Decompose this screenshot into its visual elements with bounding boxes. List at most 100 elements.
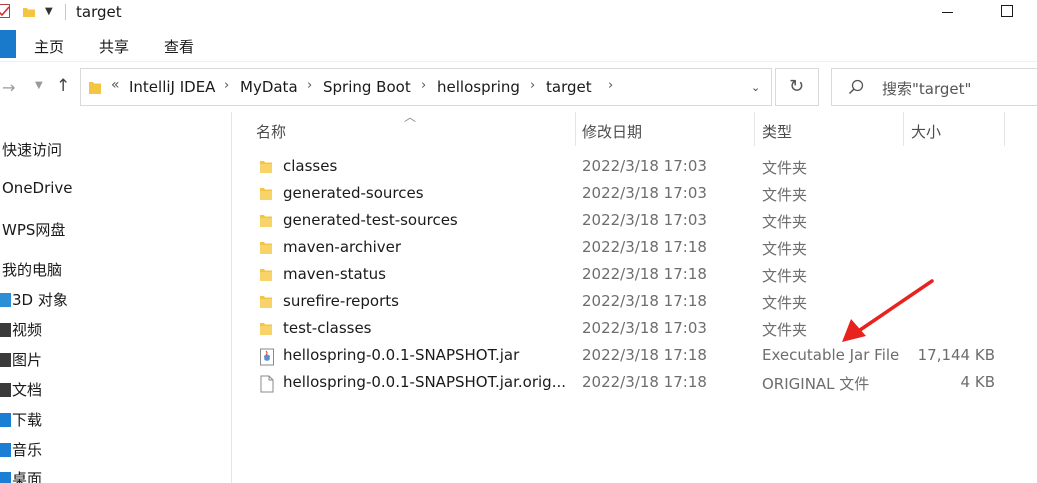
jar-file-icon: [259, 348, 275, 370]
sidebar-item-label: 图片: [12, 351, 43, 369]
refresh-button[interactable]: ↻: [775, 68, 819, 106]
search-input[interactable]: 搜索"target": [882, 78, 971, 99]
file-date: 2022/3/18 17:18: [582, 346, 707, 364]
title-bar: ▼ target: [0, 0, 1037, 26]
file-type: Executable Jar File: [762, 346, 900, 364]
ribbon-tabs: 主页 共享 查看: [0, 26, 1037, 62]
folder-icon: [259, 267, 273, 287]
file-tab[interactable]: [0, 30, 16, 58]
sidebar-item-desktop[interactable]: 桌面: [0, 468, 42, 483]
sidebar-item-videos[interactable]: 视频: [0, 319, 42, 340]
sidebar-item-label: 下载: [12, 411, 43, 429]
file-type: 文件夹: [762, 240, 808, 258]
back-arrow-icon[interactable]: →: [2, 78, 15, 97]
minimize-button[interactable]: [942, 12, 953, 13]
file-date: 2022/3/18 17:03: [582, 211, 707, 229]
file-row[interactable]: maven-status 2022/3/18 17:18 文件夹: [246, 262, 1006, 289]
blank-file-icon: [259, 375, 275, 397]
sidebar-item-label: 文档: [12, 381, 43, 399]
breadcrumb-spring-boot[interactable]: Spring Boot: [323, 78, 411, 96]
address-bar[interactable]: « IntelliJ IDEA › MyData › Spring Boot ›…: [80, 68, 772, 106]
breadcrumb-separator-icon[interactable]: ›: [608, 78, 613, 93]
file-type: ORIGINAL 文件: [762, 375, 870, 393]
file-name: generated-test-sources: [283, 211, 458, 229]
sidebar-item-onedrive[interactable]: OneDrive: [2, 179, 73, 197]
folder-icon: [259, 186, 273, 206]
tab-home[interactable]: 主页: [34, 36, 64, 57]
folder-icon: [259, 240, 273, 260]
navigation-pane: 快速访问 OneDrive WPS网盘 我的电脑 3D 对象 视频 图片 文档 …: [0, 112, 232, 483]
breadcrumb-mydata[interactable]: MyData: [240, 78, 298, 96]
breadcrumb-hellospring[interactable]: hellospring: [437, 78, 520, 96]
file-row[interactable]: hellospring-0.0.1-SNAPSHOT.jar 2022/3/18…: [246, 343, 1006, 370]
breadcrumb-intellij-idea[interactable]: IntelliJ IDEA: [129, 78, 215, 96]
tab-share[interactable]: 共享: [99, 36, 129, 57]
sidebar-item-documents[interactable]: 文档: [0, 379, 42, 400]
file-row[interactable]: classes 2022/3/18 17:03 文件夹: [246, 154, 1006, 181]
column-header-size[interactable]: 大小: [911, 121, 941, 155]
file-row[interactable]: maven-archiver 2022/3/18 17:18 文件夹: [246, 235, 1006, 262]
tab-view[interactable]: 查看: [164, 36, 194, 57]
file-date: 2022/3/18 17:18: [582, 373, 707, 391]
file-date: 2022/3/18 17:18: [582, 265, 707, 283]
file-name: generated-sources: [283, 184, 424, 202]
file-type: 文件夹: [762, 213, 808, 231]
column-divider[interactable]: [575, 112, 576, 146]
column-divider[interactable]: [754, 112, 755, 146]
desktop-icon: [0, 472, 11, 483]
breadcrumb-separator-icon[interactable]: ›: [224, 78, 229, 93]
file-name: classes: [283, 157, 338, 175]
folder-icon: [259, 159, 273, 179]
sidebar-item-label: 音乐: [12, 441, 43, 459]
folder-icon: [259, 321, 273, 341]
up-arrow-icon[interactable]: ↑: [56, 76, 70, 96]
file-type: 文件夹: [762, 321, 808, 339]
file-row[interactable]: hellospring-0.0.1-SNAPSHOT.jar.orig... 2…: [246, 370, 1006, 397]
sidebar-item-music[interactable]: 音乐: [0, 439, 42, 460]
folder-icon: [259, 213, 273, 233]
file-name: hellospring-0.0.1-SNAPSHOT.jar.orig...: [283, 373, 567, 391]
file-type: 文件夹: [762, 294, 808, 312]
recent-locations-chevron-icon[interactable]: ▼: [35, 80, 43, 91]
file-size: 4 KB: [960, 373, 995, 391]
breadcrumb-separator-icon[interactable]: ›: [307, 78, 312, 93]
search-icon: [848, 79, 864, 99]
sidebar-item-downloads[interactable]: 下载: [0, 409, 42, 430]
file-row[interactable]: test-classes 2022/3/18 17:03 文件夹: [246, 316, 1006, 343]
file-type: 文件夹: [762, 186, 808, 204]
column-header-date-modified[interactable]: 修改日期: [582, 121, 642, 155]
file-size: 17,144 KB: [917, 346, 995, 364]
sidebar-item-wps-cloud[interactable]: WPS网盘: [2, 219, 65, 240]
file-row[interactable]: surefire-reports 2022/3/18 17:18 文件夹: [246, 289, 1006, 316]
file-date: 2022/3/18 17:18: [582, 292, 707, 310]
breadcrumb-separator-icon[interactable]: ›: [530, 78, 535, 93]
quick-access-dropdown-icon[interactable]: ▼: [45, 6, 53, 17]
column-divider[interactable]: [903, 112, 904, 146]
new-folder-icon[interactable]: [22, 5, 36, 23]
breadcrumb-separator-icon[interactable]: ›: [421, 78, 426, 93]
address-history-chevron-icon[interactable]: ⌄: [751, 81, 760, 94]
3d-objects-icon: [0, 293, 11, 307]
navigation-bar: → ▼ ↑ « IntelliJ IDEA › MyData › Spring …: [0, 62, 1037, 112]
sort-ascending-icon: ︿: [404, 110, 417, 124]
properties-check-icon[interactable]: [0, 4, 10, 18]
file-row[interactable]: generated-test-sources 2022/3/18 17:03 文…: [246, 208, 1006, 235]
sidebar-item-3d-objects[interactable]: 3D 对象: [0, 289, 68, 310]
sidebar-item-quick-access[interactable]: 快速访问: [2, 139, 62, 160]
column-header-name[interactable]: 名称: [256, 121, 286, 155]
sidebar-item-label: 视频: [12, 321, 43, 339]
file-row[interactable]: generated-sources 2022/3/18 17:03 文件夹: [246, 181, 1006, 208]
file-type: 文件夹: [762, 267, 808, 285]
downloads-icon: [0, 413, 11, 427]
search-box[interactable]: 搜索"target": [831, 68, 1037, 106]
maximize-button[interactable]: [1001, 5, 1013, 17]
sidebar-item-this-pc[interactable]: 我的电脑: [2, 259, 62, 280]
breadcrumb-target[interactable]: target: [546, 78, 592, 96]
sidebar-item-pictures[interactable]: 图片: [0, 349, 42, 370]
file-date: 2022/3/18 17:03: [582, 184, 707, 202]
column-header-type[interactable]: 类型: [762, 121, 792, 155]
column-divider[interactable]: [1004, 112, 1005, 146]
file-date: 2022/3/18 17:03: [582, 319, 707, 337]
overflow-breadcrumb-icon[interactable]: «: [111, 77, 120, 93]
music-icon: [0, 443, 11, 457]
